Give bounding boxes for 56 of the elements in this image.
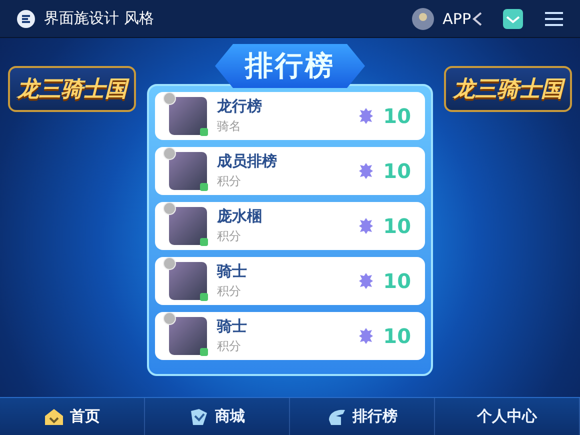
emblem-icon bbox=[359, 108, 374, 124]
score-value: 10 bbox=[383, 159, 411, 183]
emblem-icon bbox=[359, 273, 374, 289]
app-link[interactable]: APP bbox=[442, 10, 482, 28]
player-subtitle: 积分 bbox=[217, 338, 242, 355]
player-subtitle: 积分 bbox=[217, 283, 242, 300]
status-badge-icon bbox=[200, 238, 208, 246]
score-value: 10 bbox=[383, 104, 411, 128]
ranking-row[interactable]: 成员排榜 积分 10 bbox=[155, 147, 425, 195]
score-value: 10 bbox=[383, 214, 411, 238]
emblem-icon bbox=[359, 163, 374, 179]
rank-badge-icon bbox=[163, 312, 176, 325]
rank-badge-icon bbox=[163, 257, 176, 270]
avatar-placeholder bbox=[169, 317, 207, 355]
score-value: 10 bbox=[383, 269, 411, 293]
game-logo: 龙三骑士国 bbox=[8, 66, 136, 112]
home-icon bbox=[44, 408, 64, 426]
nav-tab[interactable]: 个人中心 bbox=[435, 398, 580, 435]
rank-badge-icon bbox=[163, 147, 176, 160]
status-badge-icon bbox=[200, 293, 208, 301]
player-name: 骑士 bbox=[217, 262, 248, 281]
emblem-icon bbox=[359, 328, 374, 344]
avatar-placeholder bbox=[169, 152, 207, 190]
avatar-placeholder bbox=[169, 207, 207, 245]
player-name: 骑士 bbox=[217, 317, 248, 336]
shield-icon bbox=[189, 408, 209, 426]
game-logo: 龙三骑士国 bbox=[444, 66, 572, 112]
player-subtitle: 积分 bbox=[217, 228, 242, 245]
logo-icon bbox=[16, 8, 36, 28]
score-value: 10 bbox=[383, 324, 411, 348]
player-name: 庞水棞 bbox=[217, 207, 263, 226]
avatar-icon[interactable] bbox=[410, 6, 435, 30]
nav-tab[interactable]: 排行榜 bbox=[290, 398, 435, 435]
avatar-placeholder bbox=[169, 97, 207, 135]
ranking-row[interactable]: 龙行榜 骑名 10 bbox=[155, 92, 425, 140]
ranking-row[interactable]: 骑士 积分 10 bbox=[155, 312, 425, 360]
status-badge-icon bbox=[200, 348, 208, 356]
brand-title: 界面旄设计 风格 bbox=[44, 9, 155, 28]
player-subtitle: 积分 bbox=[217, 173, 242, 190]
player-name: 龙行榜 bbox=[217, 97, 263, 116]
nav-tab[interactable]: 首页 bbox=[0, 398, 145, 435]
emblem-icon bbox=[359, 218, 374, 234]
rank-badge-icon bbox=[163, 202, 176, 215]
avatar-placeholder bbox=[169, 262, 207, 300]
wing-icon bbox=[326, 408, 346, 426]
ranking-title: 排行榜 bbox=[215, 44, 365, 88]
ranking-row[interactable]: 骑士 积分 10 bbox=[155, 257, 425, 305]
rank-badge-icon bbox=[163, 92, 176, 105]
ranking-row[interactable]: 庞水棞 积分 10 bbox=[155, 202, 425, 250]
chevron-icon bbox=[472, 12, 482, 26]
status-badge-icon bbox=[200, 128, 208, 136]
nav-tab[interactable]: 商城 bbox=[145, 398, 290, 435]
status-badge-icon bbox=[200, 183, 208, 191]
player-subtitle: 骑名 bbox=[217, 118, 242, 135]
player-name: 成员排榜 bbox=[217, 152, 278, 171]
menu-icon[interactable] bbox=[544, 10, 564, 26]
